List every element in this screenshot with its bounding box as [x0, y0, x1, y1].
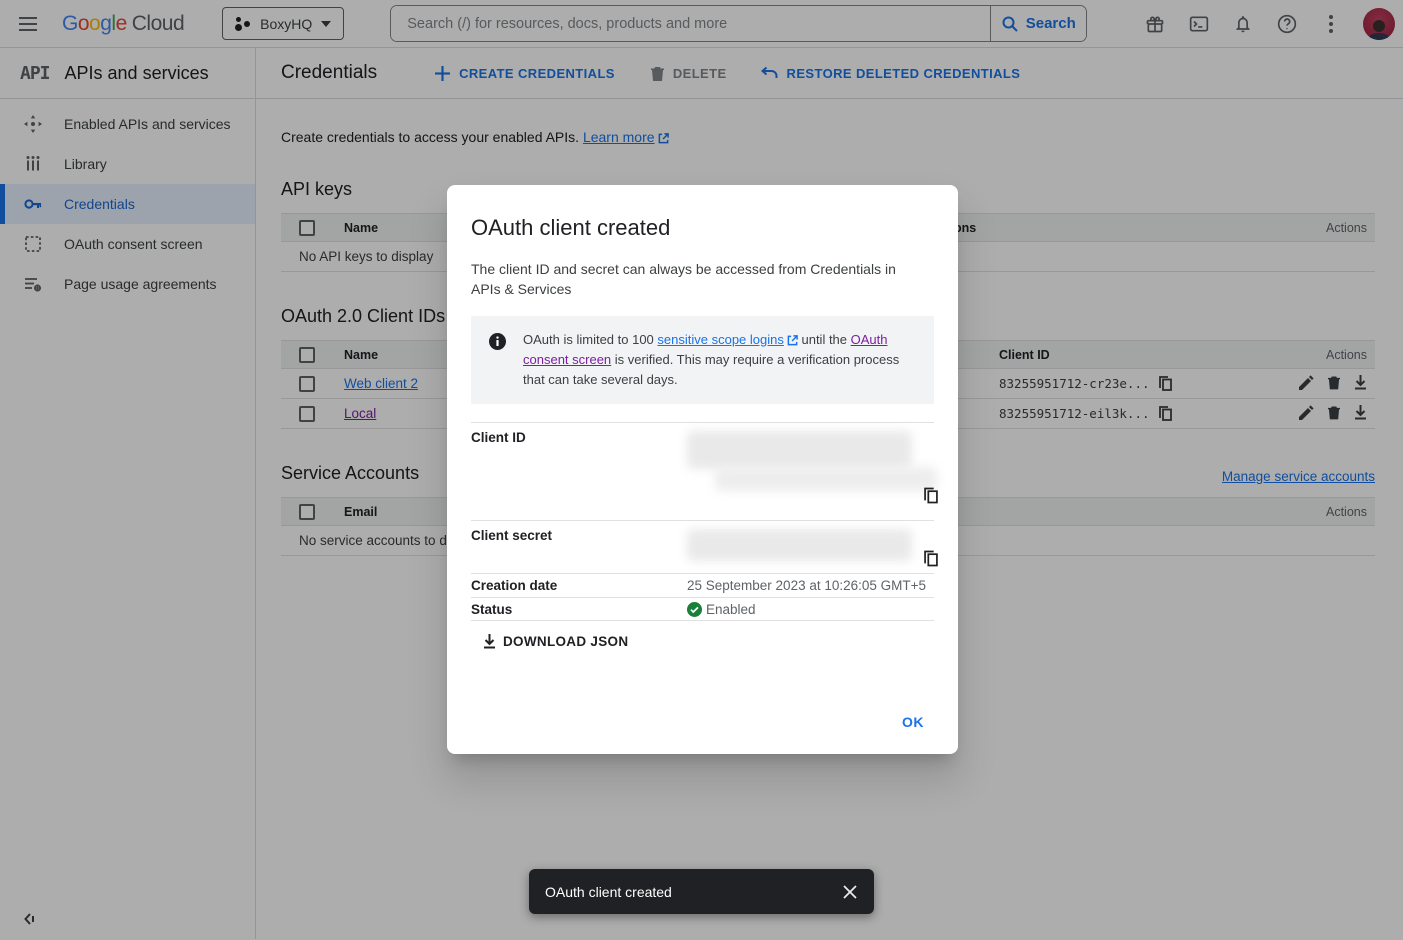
client-id-row: Client ID	[471, 422, 934, 520]
client-secret-value-redacted	[687, 521, 934, 573]
creation-date-label: Creation date	[471, 578, 687, 593]
verification-notice: OAuth is limited to 100 sensitive scope …	[471, 316, 934, 404]
notice-text: OAuth is limited to 100 sensitive scope …	[523, 330, 920, 390]
snackbar-message: OAuth client created	[545, 884, 832, 900]
client-secret-row: Client secret	[471, 520, 934, 573]
redacted-value	[687, 529, 912, 561]
status-badge: Enabled	[706, 602, 756, 617]
client-secret-label: Client secret	[471, 521, 687, 573]
copy-icon[interactable]	[924, 487, 938, 504]
google-cloud-console: Google Cloud BoxyHQ Search	[0, 0, 1403, 940]
copy-icon[interactable]	[924, 550, 938, 567]
info-icon	[489, 333, 506, 390]
close-icon[interactable]	[832, 874, 868, 910]
download-json-label: DOWNLOAD JSON	[503, 634, 628, 649]
creation-date-value: 25 September 2023 at 10:26:05 GMT+5	[687, 578, 934, 593]
download-icon	[483, 634, 496, 649]
ok-button[interactable]: OK	[894, 708, 932, 736]
status-enabled-icon	[687, 602, 702, 617]
sensitive-scope-logins-link[interactable]: sensitive scope logins	[657, 332, 783, 347]
notice-mid: until the	[798, 332, 851, 347]
status-row: Status Enabled	[471, 597, 934, 621]
oauth-client-created-dialog: OAuth client created The client ID and s…	[447, 185, 958, 754]
dialog-subtitle: The client ID and secret can always be a…	[471, 259, 916, 299]
client-id-value-redacted	[687, 423, 934, 520]
client-id-label: Client ID	[471, 423, 687, 520]
redacted-value	[715, 467, 937, 491]
dialog-title: OAuth client created	[471, 215, 934, 241]
external-link-icon	[787, 335, 798, 346]
creation-date-row: Creation date 25 September 2023 at 10:26…	[471, 573, 934, 597]
snackbar: OAuth client created	[529, 869, 874, 914]
download-json-button[interactable]: DOWNLOAD JSON	[483, 634, 628, 649]
notice-pre: OAuth is limited to 100	[523, 332, 657, 347]
status-label: Status	[471, 602, 687, 617]
redacted-value	[687, 431, 912, 469]
